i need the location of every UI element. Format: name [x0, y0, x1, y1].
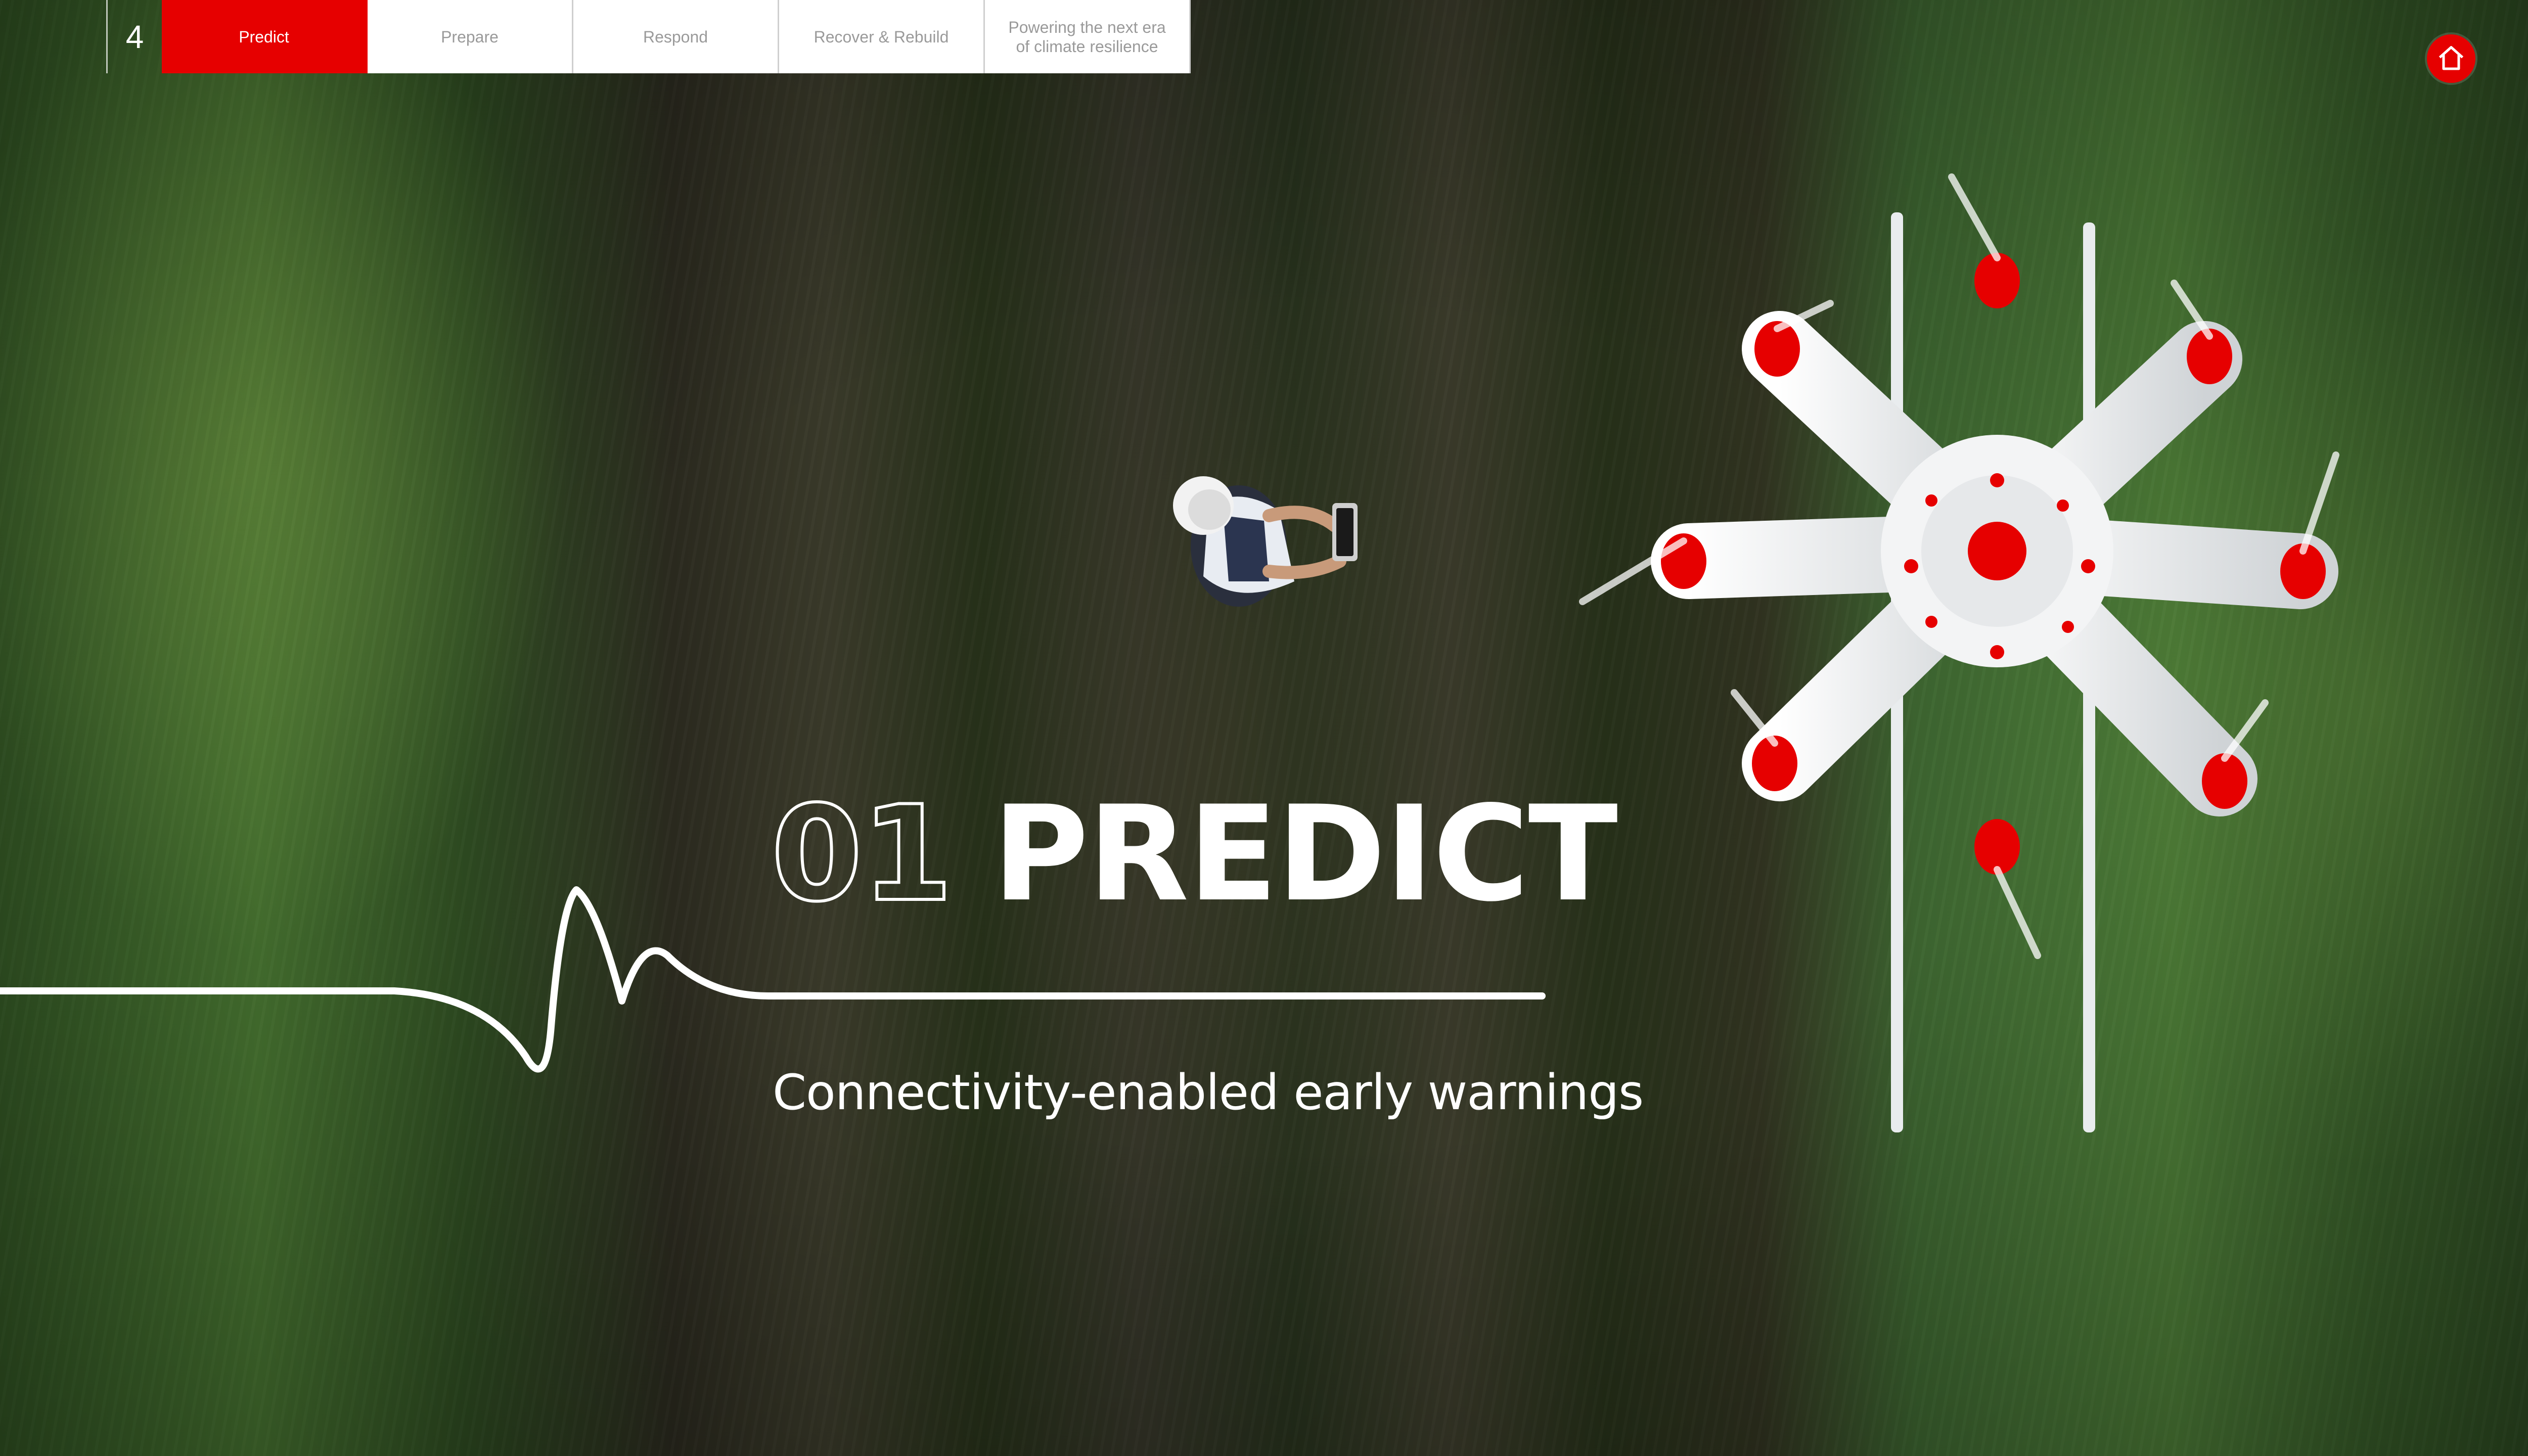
tab-predict[interactable]: Predict: [162, 0, 368, 73]
section-tabs: Predict Prepare Respond Recover & Rebuil…: [162, 0, 1191, 73]
farmer-with-tablet-image: [1173, 476, 1358, 607]
hero-heading: PREDICT: [992, 778, 1618, 931]
drone-image: [1579, 173, 2339, 1132]
home-icon: [2439, 46, 2464, 70]
tab-powering-next-era[interactable]: Powering the next era of climate resilie…: [985, 0, 1191, 73]
tab-prepare[interactable]: Prepare: [368, 0, 573, 73]
tab-respond[interactable]: Respond: [573, 0, 779, 73]
home-button[interactable]: [2427, 34, 2475, 83]
hero-subtitle: Connectivity-enabled early warnings: [773, 1064, 1644, 1121]
page-number: 4: [106, 0, 162, 73]
tab-recover-rebuild[interactable]: Recover & Rebuild: [779, 0, 985, 73]
hero-number: 01: [770, 778, 955, 931]
hero-title: 01 PREDICT: [770, 778, 1618, 931]
